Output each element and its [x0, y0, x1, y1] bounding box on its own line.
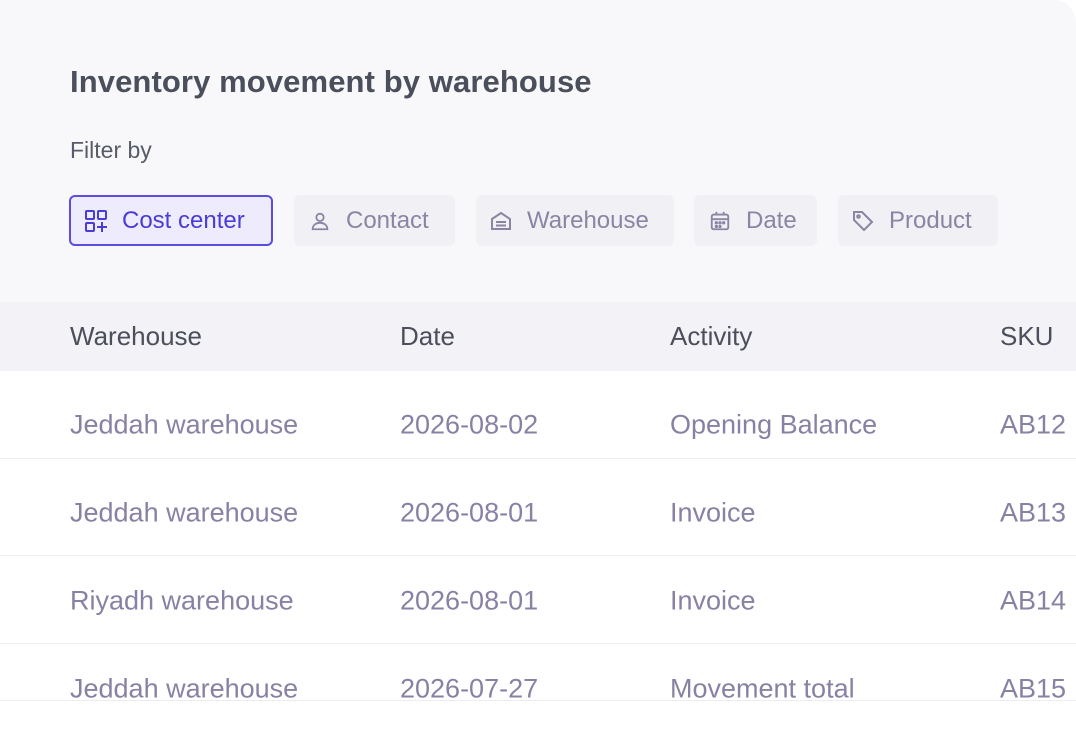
cell-activity: Invoice [670, 497, 756, 528]
column-header-sku[interactable]: SKU [1000, 321, 1053, 352]
filter-chip-label: Date [746, 206, 797, 234]
filter-by-label: Filter by [70, 137, 152, 163]
cell-activity: Opening Balance [670, 409, 878, 440]
filter-chip-warehouse[interactable]: Warehouse [476, 195, 674, 246]
person-icon [308, 209, 332, 233]
cell-date: 2026-08-01 [400, 497, 539, 528]
page-title: Inventory movement by warehouse [70, 64, 592, 99]
filter-chip-label: Contact [346, 206, 429, 234]
table-row[interactable]: Jeddah warehouse 2026-08-01 Invoice AB13 [0, 468, 1076, 556]
filter-chip-label: Product [889, 206, 972, 234]
cell-activity: Invoice [670, 585, 756, 616]
cell-warehouse: Jeddah warehouse [70, 409, 299, 440]
qr-grid-icon [84, 209, 108, 233]
cell-sku: AB12 [1000, 409, 1067, 440]
cell-warehouse: Jeddah warehouse [70, 497, 299, 528]
report-card: Inventory movement by warehouse Filter b… [0, 0, 1076, 733]
cell-warehouse: Riyadh warehouse [70, 585, 294, 616]
table-row[interactable]: Jeddah warehouse 2026-08-02 Opening Bala… [0, 371, 1076, 459]
cell-sku: AB13 [1000, 497, 1067, 528]
cell-date: 2026-08-02 [400, 409, 539, 440]
tag-icon [851, 209, 875, 233]
report-header-panel: Inventory movement by warehouse Filter b… [0, 0, 1076, 302]
filter-chip-product[interactable]: Product [838, 195, 998, 246]
filter-chip-cost-center[interactable]: Cost center [69, 195, 273, 246]
filter-chip-label: Warehouse [527, 206, 649, 234]
calendar-icon [708, 209, 732, 233]
cell-sku: AB14 [1000, 585, 1067, 616]
column-header-warehouse[interactable]: Warehouse [70, 321, 202, 352]
filter-chip-contact[interactable]: Contact [294, 195, 455, 246]
table-fade-overlay [0, 700, 1076, 733]
filter-chip-label: Cost center [122, 206, 245, 234]
filter-chip-date[interactable]: Date [694, 195, 817, 246]
table-header: Warehouse Date Activity SKU [0, 302, 1076, 371]
warehouse-icon [489, 209, 513, 233]
table-row[interactable]: Riyadh warehouse 2026-08-01 Invoice AB14 [0, 556, 1076, 644]
column-header-activity[interactable]: Activity [670, 321, 752, 352]
column-header-date[interactable]: Date [400, 321, 455, 352]
cell-date: 2026-08-01 [400, 585, 539, 616]
